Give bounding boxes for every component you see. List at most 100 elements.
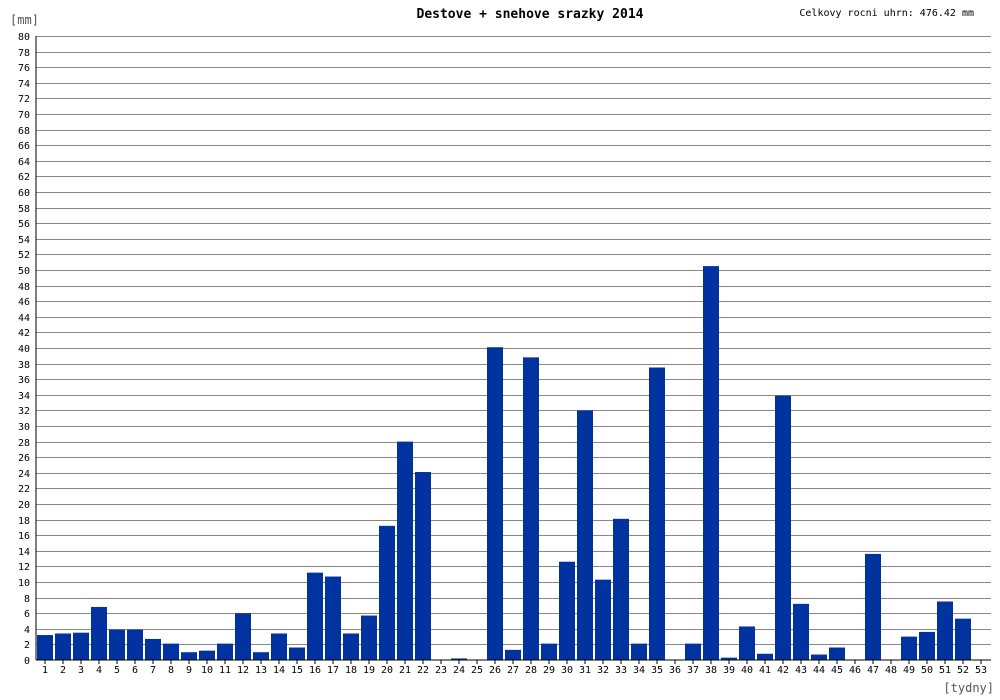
bar-week-33 <box>613 518 629 660</box>
y-tick-label: 74 <box>18 79 30 90</box>
bar-week-37 <box>685 643 701 660</box>
bar-week-49 <box>901 636 917 660</box>
x-tick-label: 36 <box>669 665 681 676</box>
bar-week-44 <box>811 654 827 660</box>
bar-week-10 <box>199 650 215 660</box>
bar-week-6 <box>127 629 143 660</box>
y-axis-unit-label: [mm] <box>10 13 39 27</box>
x-axis-unit-label: [tydny] <box>943 681 994 695</box>
x-tick-label: 44 <box>813 665 825 676</box>
bars <box>37 266 971 660</box>
bar-week-1 <box>37 635 53 660</box>
y-axis-ticks: 0246810121416182022242628303234363840424… <box>18 32 30 667</box>
x-tick-label: 45 <box>831 665 843 676</box>
y-tick-label: 12 <box>18 562 30 573</box>
y-tick-label: 30 <box>18 422 30 433</box>
y-tick-label: 8 <box>24 594 30 605</box>
x-tick-label: 49 <box>903 665 915 676</box>
x-tick-label: 40 <box>741 665 753 676</box>
y-tick-label: 26 <box>18 453 30 464</box>
y-tick-label: 28 <box>18 438 30 449</box>
bar-week-16 <box>307 572 323 660</box>
x-tick-label: 13 <box>255 665 267 676</box>
x-tick-label: 41 <box>759 665 771 676</box>
y-tick-label: 2 <box>24 640 30 651</box>
y-tick-label: 42 <box>18 328 30 339</box>
y-tick-label: 60 <box>18 188 30 199</box>
bar-week-38 <box>703 266 719 660</box>
bar-week-19 <box>361 615 377 660</box>
y-tick-label: 6 <box>24 609 30 620</box>
x-tick-label: 42 <box>777 665 789 676</box>
bar-week-40 <box>739 626 755 660</box>
x-tick-label: 4 <box>96 665 102 676</box>
x-tick-label: 16 <box>309 665 321 676</box>
bar-week-8 <box>163 643 179 660</box>
y-tick-label: 68 <box>18 126 30 137</box>
x-tick-label: 50 <box>921 665 933 676</box>
x-tick-label: 10 <box>201 665 213 676</box>
bar-week-9 <box>181 652 197 660</box>
y-tick-label: 52 <box>18 250 30 261</box>
bar-week-32 <box>595 579 611 660</box>
y-tick-label: 80 <box>18 32 30 43</box>
x-tick-label: 23 <box>435 665 447 676</box>
x-tick-label: 35 <box>651 665 663 676</box>
y-tick-label: 10 <box>18 578 30 589</box>
bar-week-20 <box>379 525 395 660</box>
x-tick-label: 43 <box>795 665 807 676</box>
bar-week-51 <box>937 601 953 660</box>
x-tick-label: 7 <box>150 665 156 676</box>
bar-week-50 <box>919 631 935 660</box>
x-tick-label: 18 <box>345 665 357 676</box>
x-tick-label: 15 <box>291 665 303 676</box>
bar-week-7 <box>145 638 161 660</box>
x-tick-label: 22 <box>417 665 429 676</box>
bar-week-12 <box>235 613 251 660</box>
bar-week-28 <box>523 357 539 660</box>
bar-week-17 <box>325 576 341 660</box>
y-tick-label: 38 <box>18 360 30 371</box>
bar-week-47 <box>865 553 881 660</box>
y-tick-label: 16 <box>18 531 30 542</box>
bar-week-14 <box>271 633 287 660</box>
y-tick-label: 78 <box>18 48 30 59</box>
y-tick-label: 22 <box>18 484 30 495</box>
gridlines <box>36 36 991 645</box>
y-tick-label: 36 <box>18 375 30 386</box>
y-tick-label: 50 <box>18 266 30 277</box>
x-tick-label: 51 <box>939 665 951 676</box>
x-tick-label: 31 <box>579 665 591 676</box>
bar-week-41 <box>757 653 773 660</box>
x-tick-label: 30 <box>561 665 573 676</box>
x-tick-label: 9 <box>186 665 192 676</box>
y-tick-label: 56 <box>18 219 30 230</box>
bar-week-11 <box>217 643 233 660</box>
bar-week-15 <box>289 647 305 660</box>
y-tick-label: 20 <box>18 500 30 511</box>
y-tick-label: 18 <box>18 516 30 527</box>
x-tick-label: 11 <box>219 665 231 676</box>
x-tick-label: 14 <box>273 665 285 676</box>
bar-week-22 <box>415 472 431 660</box>
bar-week-29 <box>541 643 557 660</box>
bar-week-52 <box>955 618 971 660</box>
x-tick-label: 1 <box>42 665 48 676</box>
x-tick-label: 24 <box>453 665 465 676</box>
x-tick-label: 47 <box>867 665 879 676</box>
x-tick-label: 17 <box>327 665 339 676</box>
x-tick-label: 12 <box>237 665 249 676</box>
x-tick-label: 46 <box>849 665 861 676</box>
bar-week-30 <box>559 561 575 660</box>
x-tick-label: 19 <box>363 665 375 676</box>
y-tick-label: 48 <box>18 282 30 293</box>
x-tick-label: 25 <box>471 665 483 676</box>
x-tick-label: 6 <box>132 665 138 676</box>
y-tick-label: 32 <box>18 406 30 417</box>
x-tick-label: 27 <box>507 665 519 676</box>
bar-week-26 <box>487 347 503 660</box>
x-tick-label: 37 <box>687 665 699 676</box>
y-tick-label: 34 <box>18 391 30 402</box>
bar-week-45 <box>829 647 845 660</box>
x-tick-label: 3 <box>78 665 84 676</box>
